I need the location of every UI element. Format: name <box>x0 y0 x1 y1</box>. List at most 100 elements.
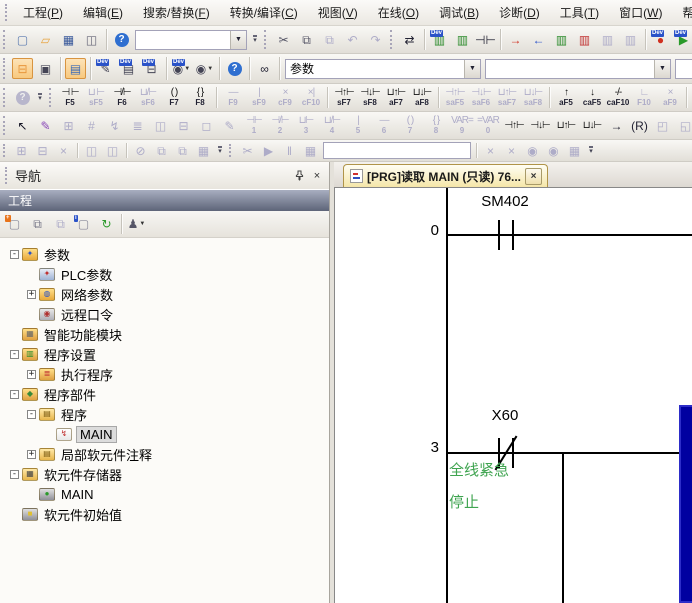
step-pause-icon[interactable]: ‖ <box>280 142 299 160</box>
transfer-setup-icon[interactable]: ⇄ <box>399 29 420 50</box>
access-level-icon[interactable]: ♟▼ <box>126 214 147 235</box>
find-icon[interactable]: ∞ <box>254 58 275 79</box>
tree-item-软元件初始值[interactable]: ■软元件初始值 <box>6 504 329 524</box>
open-contact-icon[interactable]: ⊣ ⊢F5 <box>57 85 83 111</box>
jump-icon[interactable]: → <box>606 115 627 136</box>
navigation-window-icon[interactable]: ⊟ <box>12 58 33 79</box>
misc-toolbar-overflow-icon[interactable]: ▾ <box>585 146 597 155</box>
delete-horizontal-line-icon[interactable]: ×cF9 <box>272 85 298 111</box>
expand-icon[interactable]: + <box>27 450 36 459</box>
register-watch-icon[interactable]: ▦ <box>565 142 584 160</box>
selected-instruction-block[interactable] <box>679 405 692 603</box>
rising-pulse-operation-icon[interactable]: ↑aF5 <box>553 85 579 111</box>
fb-conversion-icon[interactable]: ◰ <box>652 115 673 136</box>
falling-pulse-operation-icon[interactable]: ↓caF5 <box>579 85 605 111</box>
undo-icon[interactable]: ↶ <box>342 29 363 50</box>
tree-item-执行程序[interactable]: +≣执行程序 <box>6 364 329 384</box>
note-display-icon[interactable]: Dev⊟ <box>141 58 162 79</box>
device-comment-display-icon[interactable]: Dev✎ <box>95 58 116 79</box>
print-icon[interactable]: ◫ <box>81 29 102 50</box>
close-contact-icon[interactable]: ⊣/⊢F6 <box>109 85 135 111</box>
application-instruction-icon[interactable]: { }F8 <box>187 85 213 111</box>
key-4-close-branch-icon[interactable]: ⊔/⊢4 <box>319 113 345 139</box>
disable-block-icon[interactable]: ⊘ <box>131 142 150 160</box>
monitor-stop-icon[interactable]: ▥ <box>574 29 595 50</box>
menu-project[interactable]: 工程(P) <box>13 0 73 25</box>
ladder-canvas[interactable]: 0 SM402 3 X60 全线紧急 停止 <box>334 187 692 603</box>
data-select-combo[interactable]: ▼ <box>485 59 671 79</box>
menu-find-replace[interactable]: 搜索/替换(F) <box>133 0 220 25</box>
edit-toolbar-overflow-icon[interactable]: ▾ <box>214 146 226 155</box>
refresh-icon[interactable]: ↻ <box>96 214 117 235</box>
collapse-icon[interactable]: - <box>27 410 36 419</box>
collapse-icon[interactable]: - <box>10 250 19 259</box>
window-select-combo[interactable]: 参数▼ <box>285 59 481 79</box>
menu-edit[interactable]: 编辑(E) <box>73 0 133 25</box>
help-grayed-icon[interactable]: ? <box>12 87 33 108</box>
align-left-icon[interactable]: ≣ <box>127 115 148 136</box>
function-list-icon[interactable]: ▤ <box>65 58 86 79</box>
shift-right-icon[interactable]: ◫ <box>103 142 122 160</box>
falling-pulse-close-branch-icon[interactable]: ⊔↓⊢saF8 <box>520 85 546 111</box>
write-to-plc-icon[interactable]: → <box>505 29 526 50</box>
new-data-icon[interactable]: +▢ <box>4 214 25 235</box>
tree-item-PLC参数[interactable]: ✦PLC参数 <box>6 264 329 284</box>
pulse-open-contact-icon[interactable]: ⊣↑⊢ <box>501 113 527 139</box>
delete-block-icon[interactable]: × <box>54 142 73 160</box>
edge-clipped-control[interactable]: ▼ <box>675 59 692 79</box>
new-project-icon[interactable]: ▢ <box>12 29 33 50</box>
split-contact-icon[interactable]: ✂ <box>238 142 257 160</box>
pulse-close-contact-icon[interactable]: ⊣↓⊢ <box>527 113 553 139</box>
help-icon[interactable]: ? <box>111 29 132 50</box>
rising-pulse-close-branch-icon[interactable]: ⊔↑⊢saF7 <box>494 85 520 111</box>
write-monitor-icon[interactable]: Dev▥ <box>429 29 450 50</box>
device-test-mode-icon[interactable]: ↯ <box>104 115 125 136</box>
return-icon[interactable]: (R) <box>629 115 650 136</box>
key-6-horizontal-line-icon[interactable]: —6 <box>371 113 397 139</box>
clear-row-icon[interactable]: ▦ <box>194 142 213 160</box>
statement-display-icon[interactable]: Dev▤ <box>118 58 139 79</box>
menu-view[interactable]: 视图(V) <box>308 0 368 25</box>
device-display-icon[interactable]: Dev◉▼ <box>171 58 192 79</box>
align-right-icon[interactable]: ⊟ <box>173 115 194 136</box>
monitor-start-all-icon[interactable]: ▥ <box>597 29 618 50</box>
grid-edit-icon[interactable]: # <box>81 115 102 136</box>
copy-icon[interactable]: ⧉ <box>296 29 317 50</box>
step-stop-icon[interactable]: ▦ <box>301 142 320 160</box>
step-run-icon[interactable]: ▶ <box>259 142 278 160</box>
tree-item-智能功能模块[interactable]: ▦智能功能模块 <box>6 324 329 344</box>
tree-item-程序设置[interactable]: -▥程序设置 <box>6 344 329 364</box>
ladder-toolbar-overflow-icon[interactable]: ▾ <box>34 93 46 102</box>
pin-icon[interactable] <box>291 168 307 184</box>
close-branch-icon[interactable]: ⊔/⊢sF6 <box>135 85 161 111</box>
close-icon[interactable]: × <box>309 168 325 184</box>
key-5-vertical-line-icon[interactable]: |5 <box>345 113 371 139</box>
falling-pulse-icon[interactable]: ⊣↓⊢sF8 <box>357 85 383 111</box>
edit-statement-icon[interactable]: ✎ <box>219 115 240 136</box>
pulse-open-branch-icon[interactable]: ⊔↑⊢ <box>553 113 579 139</box>
menu-online[interactable]: 在线(O) <box>368 0 429 25</box>
open-branch-icon[interactable]: ⊔ ⊢sF5 <box>83 85 109 111</box>
save-project-icon[interactable]: ▦ <box>58 29 79 50</box>
monitor-stop-all-icon[interactable]: ▥ <box>620 29 641 50</box>
delete-watch-icon[interactable]: × <box>481 142 500 160</box>
edit-comment-icon[interactable]: ◻ <box>196 115 217 136</box>
standard-toolbar-overflow-icon[interactable]: ▾ <box>249 35 261 44</box>
read-from-plc-icon[interactable]: ← <box>528 29 549 50</box>
paste-data-icon[interactable]: ⧉ <box>50 214 71 235</box>
expand-icon[interactable]: + <box>27 370 36 379</box>
collapse-icon[interactable]: - <box>10 390 19 399</box>
key-7-coil-icon[interactable]: ( )7 <box>397 113 423 139</box>
collapse-icon[interactable]: - <box>10 350 19 359</box>
monitor-write-mode-icon[interactable]: ⊣⊢ <box>475 29 496 50</box>
key-3-open-branch-icon[interactable]: ⊔⊢3 <box>293 113 319 139</box>
draw-line-icon[interactable]: ∟F10 <box>631 85 657 111</box>
tree-item-网络参数[interactable]: +◍网络参数 <box>6 284 329 304</box>
pulse-close-branch-icon[interactable]: ⊔↓⊢ <box>579 113 605 139</box>
chevron-down-icon[interactable]: ▼ <box>464 60 480 78</box>
insert-row-icon[interactable]: ⊞ <box>12 142 31 160</box>
monitor-start-icon[interactable]: ▥ <box>551 29 572 50</box>
menu-diagnostics[interactable]: 诊断(D) <box>489 0 550 25</box>
falling-pulse-close-icon[interactable]: ⊣↓⊢saF6 <box>468 85 494 111</box>
horizontal-line-icon[interactable]: —F9 <box>220 85 246 111</box>
